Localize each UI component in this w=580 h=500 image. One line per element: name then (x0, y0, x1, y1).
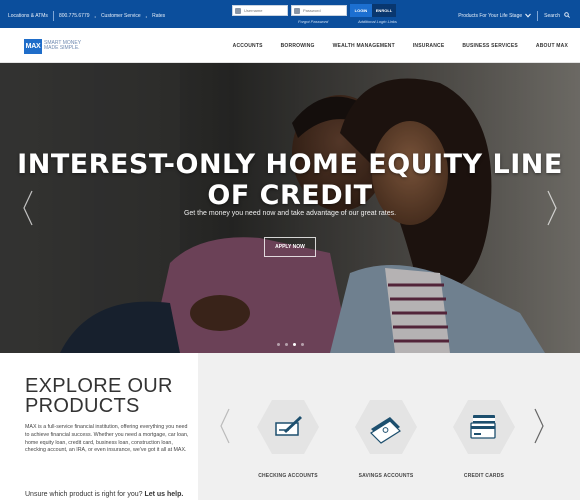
explore-heading-line-2: PRODUCTS (25, 395, 140, 417)
hero-title-line-2: OF CREDIT (207, 180, 373, 211)
explore-heading-line-1: EXPLORE OUR (25, 375, 173, 397)
max-logo[interactable]: MAX (24, 39, 42, 54)
cash-stack-icon (355, 400, 417, 454)
nav-item-borrowing[interactable]: BORROWING (281, 43, 315, 49)
carousel-dot[interactable] (277, 343, 280, 346)
hero-subtitle: Get the money you need now and take adva… (183, 210, 397, 217)
products-prev-arrow-icon[interactable] (220, 408, 230, 449)
login-form: LOGIN ENROLL (232, 4, 396, 17)
carousel-dots (277, 343, 309, 346)
top-utility-bar: Locations & ATMs 800.775.6779 • Customer… (0, 0, 580, 28)
rates-link[interactable]: Rates (152, 13, 165, 19)
tagline: SMART MONEY MADE SIMPLE. (44, 41, 81, 51)
products-carousel: CHECKING ACCOUNTS SAVINGS ACCOUNTS CREDI… (198, 353, 580, 500)
nav-item-accounts[interactable]: ACCOUNTS (233, 43, 263, 49)
nav-item-about-max[interactable]: ABOUT MAX (536, 43, 568, 49)
forgot-password-link[interactable]: Forgot Password (298, 19, 328, 24)
password-field-wrap (291, 5, 347, 16)
bullet: • (145, 13, 148, 19)
password-input[interactable] (303, 8, 345, 13)
phone-number[interactable]: 800.775.6779 (59, 13, 90, 19)
product-label: CHECKING ACCOUNTS (258, 473, 318, 479)
nav-menu: ACCOUNTS BORROWING WEALTH MANAGEMENT INS… (215, 43, 568, 49)
unsure-text: Unsure which product is right for you? (25, 491, 143, 498)
product-credit-cards[interactable]: CREDIT CARDS (452, 399, 516, 479)
bullet: • (94, 13, 96, 19)
divider (537, 11, 539, 21)
divider (52, 11, 54, 21)
hero-title: INTEREST-ONLY HOME EQUITY LINE OF CREDIT (0, 149, 580, 211)
product-savings[interactable]: SAVINGS ACCOUNTS (354, 399, 418, 479)
explore-heading: EXPLORE OUR PRODUCTS (25, 376, 173, 416)
nav-item-business-services[interactable]: BUSINESS SERVICES (462, 43, 518, 49)
carousel-dot-active[interactable] (293, 343, 296, 346)
check-pen-icon (257, 400, 319, 454)
search-link[interactable]: Search (544, 13, 560, 19)
username-field-wrap (232, 5, 288, 16)
explore-body: MAX is a full-service financial institut… (25, 424, 189, 454)
product-checking[interactable]: CHECKING ACCOUNTS (256, 399, 320, 479)
apply-now-button[interactable]: APPLY NOW (264, 237, 316, 257)
hero-title-line-1: INTEREST-ONLY HOME EQUITY LINE (17, 149, 563, 180)
carousel-dot[interactable] (285, 343, 288, 346)
tagline-line-2: MADE SIMPLE. (44, 45, 80, 51)
enroll-button[interactable]: ENROLL (372, 4, 396, 17)
explore-products-intro: EXPLORE OUR PRODUCTS MAX is a full-servi… (0, 353, 198, 500)
carousel-prev-arrow-icon[interactable] (22, 190, 34, 231)
hero-carousel: INTEREST-ONLY HOME EQUITY LINE OF CREDIT… (0, 63, 580, 353)
carousel-dot[interactable] (301, 343, 304, 346)
utility-links: Locations & ATMs 800.775.6779 • Customer… (8, 11, 170, 21)
carousel-next-arrow-icon[interactable] (546, 190, 558, 231)
lock-icon (294, 7, 300, 14)
products-next-arrow-icon[interactable] (534, 408, 544, 449)
product-label: SAVINGS ACCOUNTS (358, 473, 414, 479)
customer-service-link[interactable]: Customer Service (101, 13, 141, 19)
unsure-prompt: Unsure which product is right for you? L… (25, 491, 183, 498)
username-input[interactable] (244, 8, 286, 13)
let-us-help-link[interactable]: Let us help. (144, 491, 183, 498)
main-navigation: MAX SMART MONEY MADE SIMPLE. ACCOUNTS BO… (0, 28, 580, 63)
life-stage-menu[interactable]: Products For Your Life Stage (458, 13, 522, 19)
product-label: CREDIT CARDS (463, 473, 505, 479)
locations-link[interactable]: Locations & ATMs (8, 13, 48, 19)
additional-login-links[interactable]: Additional Login Links (358, 19, 397, 24)
credit-card-icon (453, 400, 515, 454)
nav-item-insurance[interactable]: INSURANCE (413, 43, 445, 49)
nav-item-wealth-management[interactable]: WEALTH MANAGEMENT (333, 43, 395, 49)
login-button[interactable]: LOGIN (350, 4, 372, 17)
user-icon (235, 7, 241, 14)
chevron-down-icon[interactable] (525, 13, 532, 20)
utility-right: Products For Your Life Stage Search (458, 11, 570, 21)
search-icon[interactable] (564, 12, 570, 20)
